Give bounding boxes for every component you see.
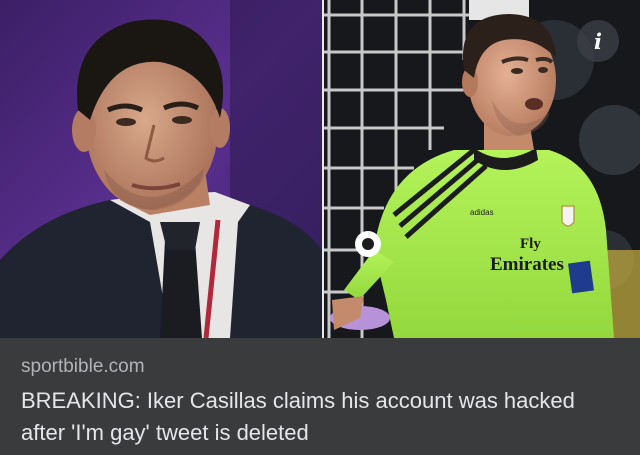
- portrait-illustration: [0, 0, 322, 338]
- jersey-sponsor-line2: Emirates: [490, 254, 564, 275]
- info-icon[interactable]: i: [577, 20, 619, 62]
- preview-image[interactable]: adidas Fly Emirates i: [0, 0, 640, 338]
- jersey-brand-label: adidas: [470, 208, 494, 217]
- article-headline[interactable]: BREAKING: Iker Casillas claims his accou…: [21, 385, 621, 449]
- jersey-sponsor-line1: Fly: [520, 236, 541, 252]
- photo-suit-portrait: [0, 0, 322, 338]
- link-preview-card[interactable]: adidas Fly Emirates i sportbible.com BRE…: [0, 0, 640, 455]
- source-domain: sportbible.com: [21, 356, 145, 377]
